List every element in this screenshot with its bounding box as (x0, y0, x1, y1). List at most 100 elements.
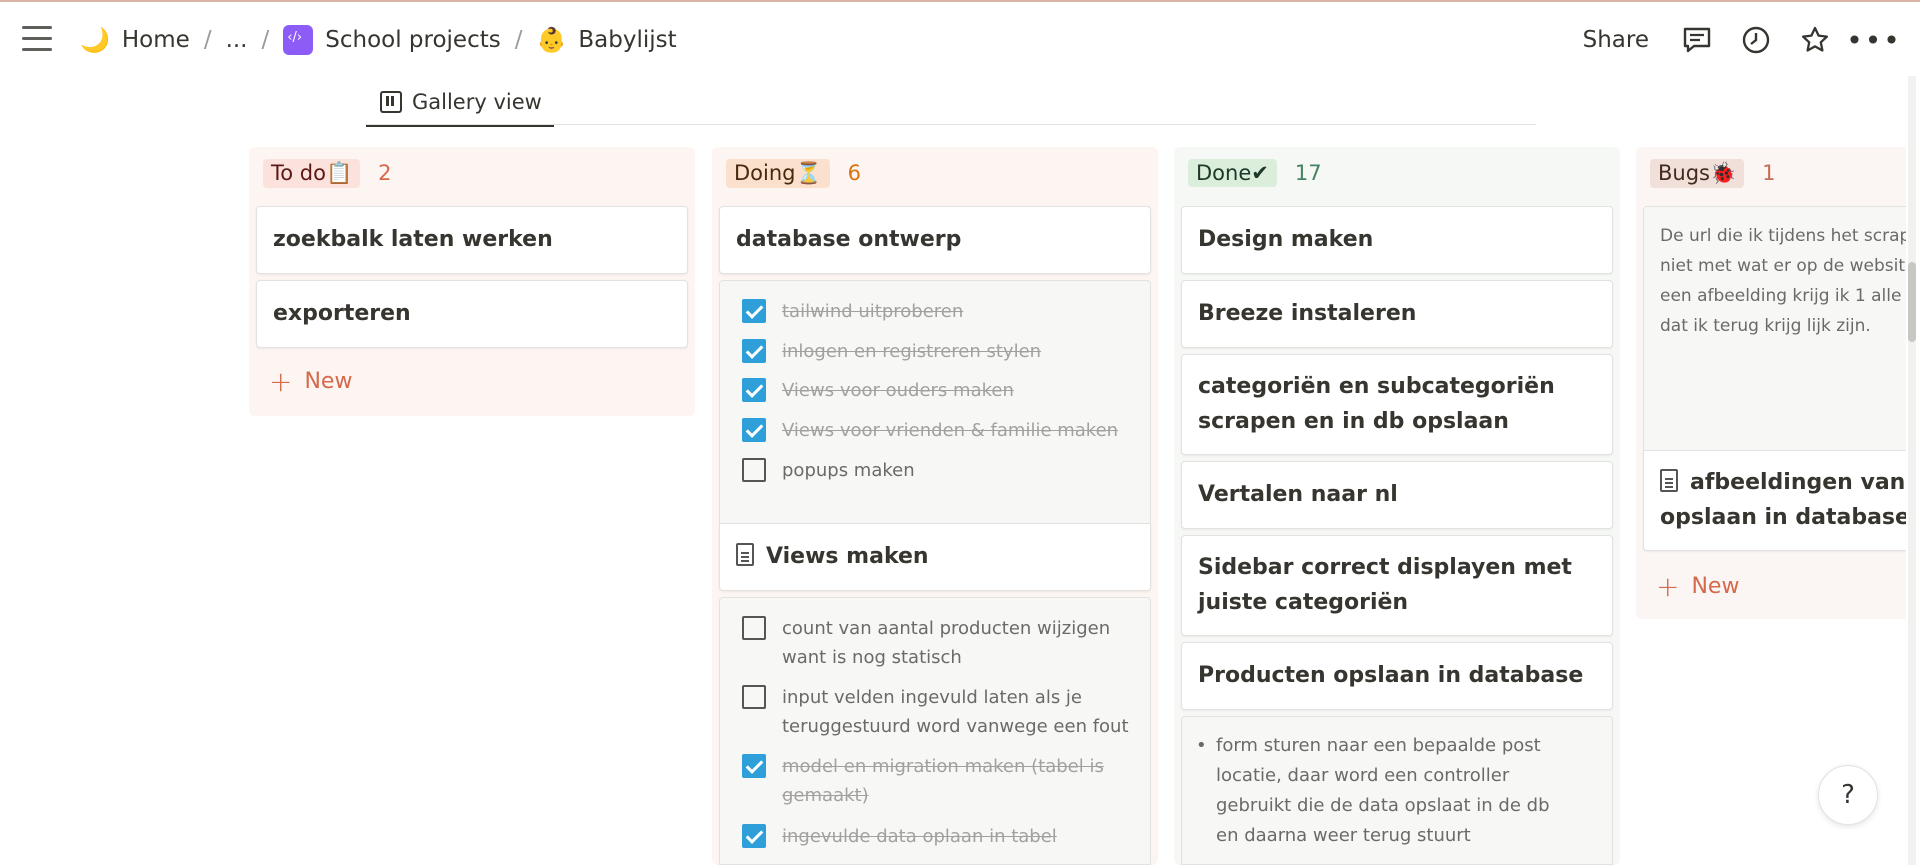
breadcrumb-home[interactable]: Home (122, 27, 190, 53)
column-todo: To do📋 2 zoekbalk laten werken exportere… (249, 147, 695, 416)
menu-icon[interactable] (22, 26, 52, 52)
column-count: 1 (1762, 161, 1776, 185)
column-bugs: Bugs🐞 1 De url die ik tijdens het scrape… (1636, 147, 1906, 619)
checklist-item: Views voor ouders maken (742, 376, 1014, 405)
comment-icon[interactable] (1677, 22, 1717, 58)
share-button[interactable]: Share (1583, 27, 1649, 53)
more-options-icon[interactable]: ••• (1846, 22, 1900, 58)
clock-icon[interactable] (1736, 22, 1776, 58)
checklist-item: inlogen en registreren stylen (742, 337, 1041, 366)
new-label: New (304, 369, 353, 394)
breadcrumb-ellipsis[interactable]: ... (226, 27, 248, 53)
checklist-text: popups maken (782, 460, 915, 481)
board-card[interactable]: exporteren (256, 280, 688, 348)
checkbox-unchecked[interactable] (742, 685, 766, 709)
checklist-item: popups maken (742, 456, 915, 485)
board-icon (380, 91, 402, 113)
checklist-item: ingevulde data oplaan in tabel (742, 822, 1132, 851)
top-actions: Share ••• (1583, 22, 1920, 58)
breadcrumb: 🌙 Home / ... / School projects / 👶 Babyl… (80, 22, 677, 58)
checklist-text: input velden ingevuld laten als je terug… (782, 687, 1129, 737)
document-icon (1660, 469, 1678, 492)
tab-gallery-view[interactable]: Gallery view (366, 80, 554, 127)
checklist-item: tailwind uitproberen (742, 297, 963, 326)
checkbox-checked[interactable] (742, 378, 766, 402)
breadcrumb-separator: / (261, 27, 270, 53)
board-card[interactable]: afbeeldingen van pr opslaan in database (1643, 450, 1906, 551)
breadcrumb-babylijst[interactable]: Babylijst (578, 27, 676, 53)
checklist-text: Views voor ouders maken (782, 380, 1014, 401)
top-bar: 🌙 Home / ... / School projects / 👶 Babyl… (0, 2, 1920, 76)
document-icon (736, 543, 754, 566)
board-card[interactable]: Breeze instaleren (1181, 280, 1613, 348)
new-card-button[interactable]: + New (269, 365, 352, 398)
plus-icon: + (269, 365, 293, 398)
card-title: Producten opslaan in database (1198, 663, 1584, 688)
board-card[interactable]: Vertalen naar nl (1181, 461, 1613, 529)
board-card[interactable]: Design maken (1181, 206, 1613, 274)
baby-icon: 👶 (536, 26, 567, 54)
column-header: Bugs🐞 1 (1650, 158, 1776, 188)
checklist-text: Views voor vrienden & familie maken (782, 420, 1119, 441)
board-card[interactable]: zoekbalk laten werken (256, 206, 688, 274)
checklist-item: input velden ingevuld laten als je terug… (742, 683, 1132, 741)
vertical-scrollbar[interactable] (1908, 76, 1916, 865)
scrollbar-thumb[interactable] (1908, 262, 1916, 342)
card-title: database ontwerp (736, 227, 962, 252)
bullet-text: form sturen naar een bepaalde post locat… (1216, 735, 1550, 846)
column-header: To do📋 2 (263, 158, 391, 188)
card-title: Design maken (1198, 227, 1374, 252)
card-title: Vertalen naar nl (1198, 482, 1398, 507)
board-card[interactable]: categoriën en subcategoriën scrapen en i… (1181, 354, 1613, 455)
breadcrumb-school-projects[interactable]: School projects (325, 27, 500, 53)
column-header: Done✔ 17 (1188, 159, 1322, 187)
card-preview-checklist: count van aantal producten wijzigen want… (719, 597, 1151, 865)
breadcrumb-separator: / (514, 27, 523, 53)
checkbox-unchecked[interactable] (742, 458, 766, 482)
plus-icon: + (1656, 570, 1680, 603)
board-card[interactable]: Views maken (719, 523, 1151, 591)
checkbox-checked[interactable] (742, 418, 766, 442)
board-card[interactable]: Producten opslaan in database (1181, 642, 1613, 710)
card-title-text: afbeeldingen van pr opslaan in database (1660, 470, 1906, 530)
code-app-icon (283, 25, 314, 55)
star-icon[interactable] (1795, 22, 1835, 58)
card-preview-text: De url die ik tijdens het scrapen niet m… (1643, 206, 1906, 451)
help-button[interactable]: ? (1818, 765, 1878, 825)
tab-divider (366, 124, 1536, 125)
checklist-text: inlogen en registreren stylen (782, 341, 1042, 362)
checklist-text: tailwind uitproberen (782, 301, 964, 322)
checkbox-checked[interactable] (742, 299, 766, 323)
breadcrumb-separator: / (203, 27, 212, 53)
card-title: exporteren (273, 301, 411, 326)
column-header: Doing⏳ 6 (726, 158, 862, 188)
checkbox-checked[interactable] (742, 754, 766, 778)
column-count: 6 (847, 161, 862, 185)
tab-label: Gallery view (412, 90, 542, 114)
bullet-dot: • (1196, 735, 1207, 756)
status-badge[interactable]: Doing⏳ (726, 158, 830, 188)
preview-text: De url die ik tijdens het scrapen niet m… (1660, 226, 1906, 336)
checklist-text: ingevulde data oplaan in tabel (782, 826, 1057, 847)
card-title: afbeeldingen van pr opslaan in database (1660, 465, 1906, 535)
card-title-text: Views maken (766, 544, 929, 569)
checklist-item: Views voor vrienden & familie maken (742, 416, 1118, 445)
board-card[interactable]: database ontwerp (719, 206, 1151, 274)
checkbox-unchecked[interactable] (742, 616, 766, 640)
card-title: Views maken (736, 539, 929, 574)
card-preview-text: • form sturen naar een bepaalde post loc… (1181, 716, 1613, 865)
new-card-button[interactable]: + New (1656, 570, 1739, 603)
card-title: zoekbalk laten werken (273, 227, 553, 252)
new-label: New (1691, 574, 1740, 599)
status-badge[interactable]: Done✔ (1188, 159, 1277, 187)
checkbox-checked[interactable] (742, 339, 766, 363)
status-badge[interactable]: Bugs🐞 (1650, 158, 1745, 188)
checklist-text: count van aantal producten wijzigen want… (782, 618, 1111, 668)
checkbox-checked[interactable] (742, 824, 766, 848)
status-badge[interactable]: To do📋 (263, 158, 361, 188)
moon-icon: 🌙 (80, 26, 110, 54)
column-done: Done✔ 17 Design maken Breeze instaleren … (1174, 147, 1620, 865)
column-count: 17 (1294, 161, 1322, 185)
checklist-item: count van aantal producten wijzigen want… (742, 614, 1132, 672)
board-card[interactable]: Sidebar correct displayen met juiste cat… (1181, 535, 1613, 636)
